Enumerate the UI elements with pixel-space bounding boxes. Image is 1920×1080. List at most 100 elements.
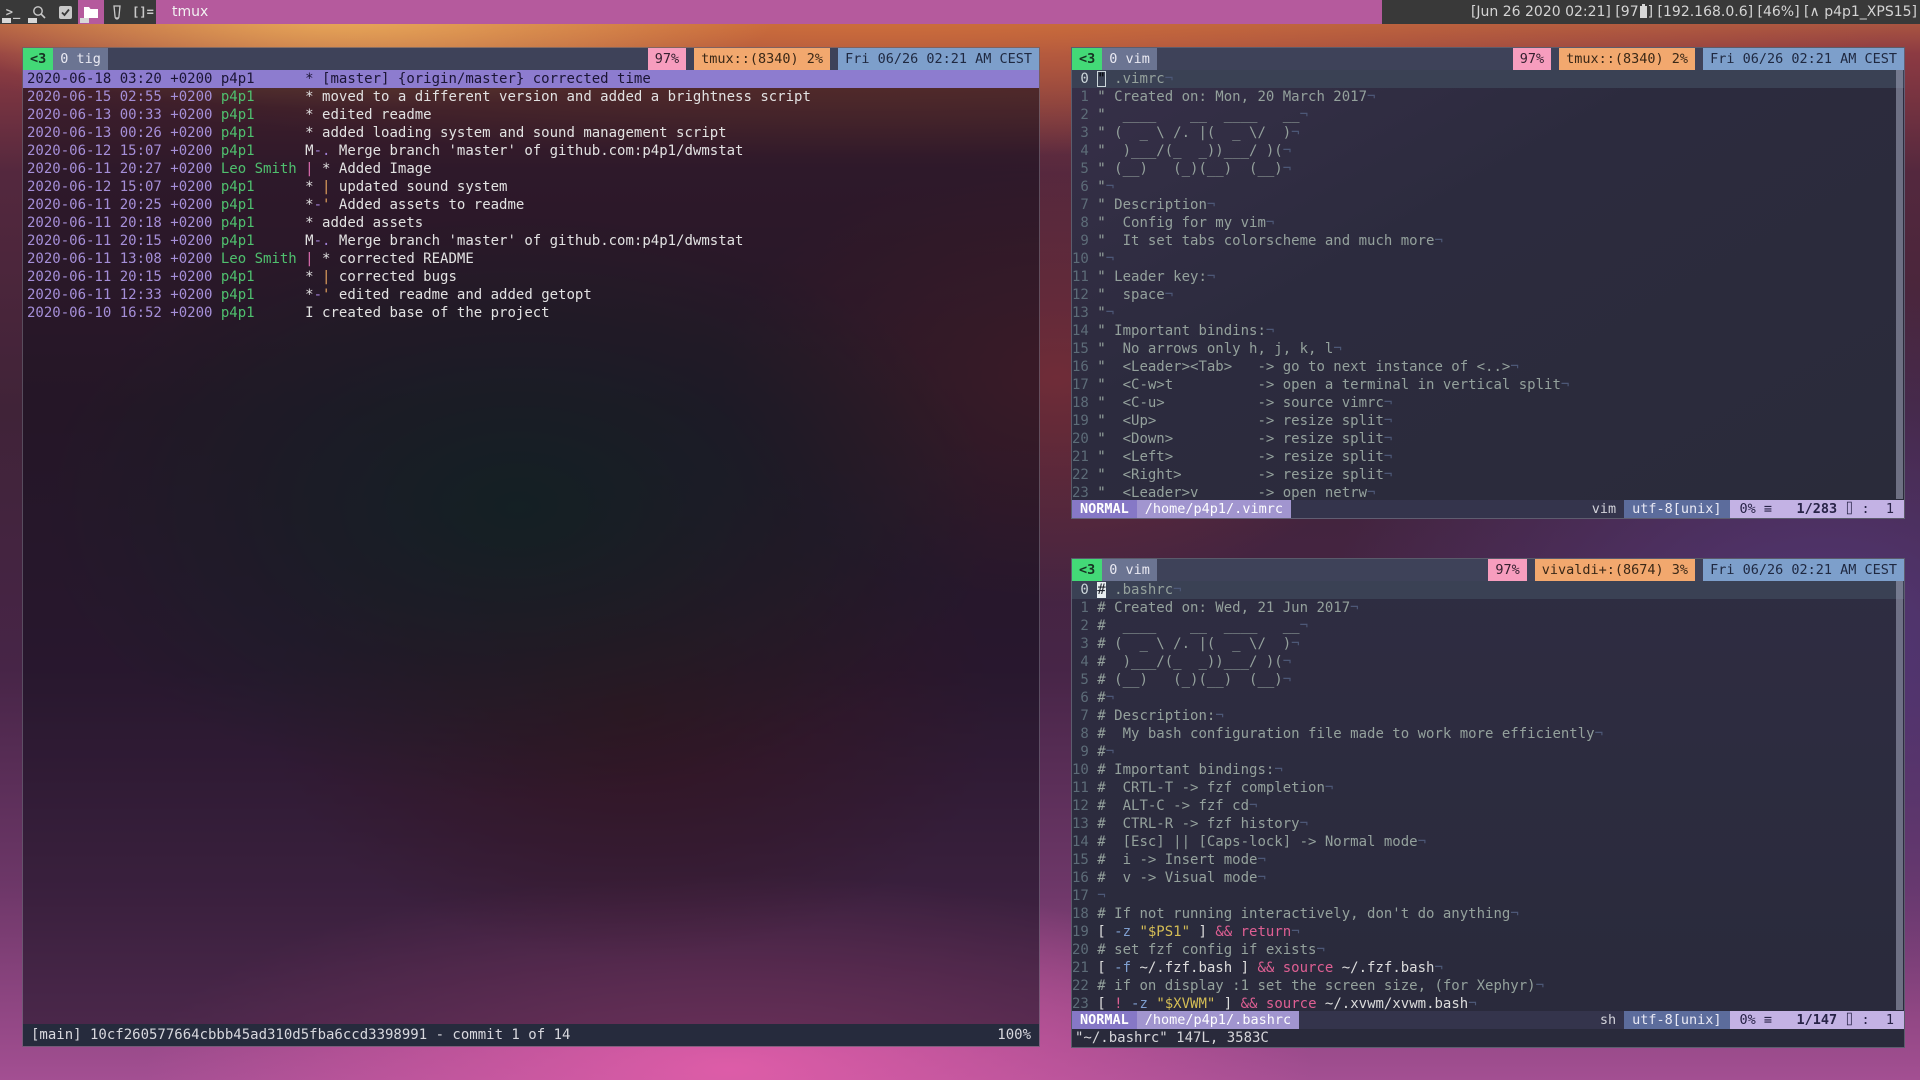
commit-row[interactable]: 2020-06-13 00:26 +0200 p4p1 * added load…	[23, 124, 1039, 142]
code-line[interactable]: 4 # )___/(_ _))___/ )(¬	[1072, 653, 1904, 671]
code-line[interactable]: 8 # My bash configuration file made to w…	[1072, 725, 1904, 743]
tmux-window-name[interactable]: 0 vim	[1102, 559, 1157, 581]
code-line[interactable]: 7 " Description¬	[1072, 196, 1904, 214]
code-line[interactable]: 3 # ( _ \ /. |( _ \/ )¬	[1072, 635, 1904, 653]
code-line[interactable]: 21 [ -f ~/.fzf.bash ] && source ~/.fzf.b…	[1072, 959, 1904, 977]
commit-row[interactable]: 2020-06-13 00:33 +0200 p4p1 * edited rea…	[23, 106, 1039, 124]
code-line[interactable]: 10 "¬	[1072, 250, 1904, 268]
code-line[interactable]: 20 # set fzf config if exists¬	[1072, 941, 1904, 959]
workspace-layout-icon[interactable]: []=	[130, 0, 156, 24]
code-line[interactable]: 20 " <Down> -> resize split¬	[1072, 430, 1904, 448]
code-line[interactable]: 8 " Config for my vim¬	[1072, 214, 1904, 232]
code-line[interactable]: 12 # ALT-C -> fzf cd¬	[1072, 797, 1904, 815]
code-line[interactable]: 12 " space¬	[1072, 286, 1904, 304]
code-line[interactable]: 14 # [Esc] || [Caps-lock] -> Normal mode…	[1072, 833, 1904, 851]
workspace-tasks-icon[interactable]	[52, 0, 78, 24]
commit-row[interactable]: 2020-06-12 15:07 +0200 p4p1 M-. Merge br…	[23, 142, 1039, 160]
code-line[interactable]: 15 " No arrows only h, j, k, l¬	[1072, 340, 1904, 358]
code-line[interactable]: 15 # i -> Insert mode¬	[1072, 851, 1904, 869]
session-info-badge: tmux::(8340) 2%	[1559, 48, 1695, 70]
code-line[interactable]: 19 [ -z "$PS1" ] && return¬	[1072, 923, 1904, 941]
tmux-window-name[interactable]: 0 vim	[1102, 48, 1157, 70]
commit-row[interactable]: 2020-06-11 20:18 +0200 p4p1 * added asse…	[23, 214, 1039, 232]
code-line[interactable]: 11 " Leader key:¬	[1072, 268, 1904, 286]
session-indicator: <3	[1072, 559, 1102, 581]
workspace-media-icon[interactable]	[104, 0, 130, 24]
code-line[interactable]: 13 "¬	[1072, 304, 1904, 322]
workspace-occupied-indicator	[80, 18, 89, 23]
commit-list[interactable]: 2020-06-18 03:20 +0200 p4p1 * [master] {…	[23, 70, 1039, 322]
tmux-status-bar: <3 0 vim 97% tmux::(8340) 2% Fri 06/26 0…	[1072, 48, 1904, 70]
code-line[interactable]: 0 " .vimrc¬	[1072, 70, 1904, 88]
commit-row[interactable]: 2020-06-15 02:55 +0200 p4p1 * moved to a…	[23, 88, 1039, 106]
vim-mode: NORMAL	[1072, 1011, 1137, 1029]
commit-row[interactable]: 2020-06-10 16:52 +0200 p4p1 I created ba…	[23, 304, 1039, 322]
tiling-layout-icon: []=	[132, 5, 154, 19]
commit-row[interactable]: 2020-06-11 12:33 +0200 p4p1 *-' edited r…	[23, 286, 1039, 304]
code-line[interactable]: 1 # Created on: Wed, 21 Jun 2017¬	[1072, 599, 1904, 617]
code-line[interactable]: 18 # If not running interactively, don't…	[1072, 905, 1904, 923]
editor-buffer-vimrc[interactable]: 0 " .vimrc¬ 1 " Created on: Mon, 20 Marc…	[1072, 70, 1904, 502]
code-line[interactable]: 21 " <Left> -> resize split¬	[1072, 448, 1904, 466]
code-line[interactable]: 10 # Important bindings:¬	[1072, 761, 1904, 779]
terminal-window-tig[interactable]: <3 0 tig 97% tmux::(8340) 2% Fri 06/26 0…	[22, 47, 1040, 1047]
code-line[interactable]: 4 " )___/(_ _))___/ )(¬	[1072, 142, 1904, 160]
ip-address: [192.168.0.6]	[1658, 4, 1758, 20]
code-line[interactable]: 13 # CTRL-R -> fzf history¬	[1072, 815, 1904, 833]
code-line[interactable]: 16 # v -> Visual mode¬	[1072, 869, 1904, 887]
commit-row[interactable]: 2020-06-11 20:25 +0200 p4p1 *-' Added as…	[23, 196, 1039, 214]
code-line[interactable]: 17 ¬	[1072, 887, 1904, 905]
code-line[interactable]: 7 # Description:¬	[1072, 707, 1904, 725]
commit-row[interactable]: 2020-06-18 03:20 +0200 p4p1 * [master] {…	[23, 70, 1039, 88]
file-path: /home/p4p1/.vimrc	[1137, 500, 1291, 518]
encoding: utf-8[unix]	[1624, 1011, 1729, 1029]
vim-mode: NORMAL	[1072, 500, 1137, 518]
tig-status-bar: [main] 10cf260577664cbbb45ad310d5fba6ccd…	[23, 1024, 1039, 1046]
commit-row[interactable]: 2020-06-11 20:15 +0200 p4p1 M-. Merge br…	[23, 232, 1039, 250]
system-status: [Jun 26 2020 02:21] [97 ] [192.168.0.6] …	[1382, 0, 1920, 24]
encoding: utf-8[unix]	[1624, 500, 1729, 518]
code-line[interactable]: 14 " Important bindins:¬	[1072, 322, 1904, 340]
session-info-badge: tmux::(8340) 2%	[694, 48, 830, 70]
tig-scroll-percent: 100%	[997, 1024, 1031, 1046]
code-line[interactable]: 11 # CRTL-T -> fzf completion¬	[1072, 779, 1904, 797]
code-line[interactable]: 5 " (__) (_)(__) (__)¬	[1072, 160, 1904, 178]
code-line[interactable]: 3 " ( _ \ /. |( _ \/ )¬	[1072, 124, 1904, 142]
code-line[interactable]: 2 # ____ __ ____ __¬	[1072, 617, 1904, 635]
workspace-terminal-icon[interactable]: >_	[0, 0, 26, 24]
tmux-window-name[interactable]: 0 tig	[53, 48, 108, 70]
code-line[interactable]: 2 " ____ __ ____ __¬	[1072, 106, 1904, 124]
code-line[interactable]: 16 " <Leader><Tab> -> go to next instanc…	[1072, 358, 1904, 376]
cursor-position: 0% ≡ 1/147 ⌷ : 1	[1730, 1011, 1904, 1029]
commit-row[interactable]: 2020-06-11 20:15 +0200 p4p1 * | correcte…	[23, 268, 1039, 286]
code-line[interactable]: 6 "¬	[1072, 178, 1904, 196]
terminal-window-vim-vimrc[interactable]: <3 0 vim 97% tmux::(8340) 2% Fri 06/26 0…	[1071, 47, 1905, 519]
code-line[interactable]: 9 #¬	[1072, 743, 1904, 761]
commit-row[interactable]: 2020-06-12 15:07 +0200 p4p1 * | updated …	[23, 178, 1039, 196]
tig-status-left: [main] 10cf260577664cbbb45ad310d5fba6ccd…	[31, 1024, 570, 1046]
code-line[interactable]: 18 " <C-u> -> source vimrc¬	[1072, 394, 1904, 412]
code-line[interactable]: 1 " Created on: Mon, 20 March 2017¬	[1072, 88, 1904, 106]
scrollbar[interactable]	[1896, 70, 1903, 499]
commit-row[interactable]: 2020-06-11 13:08 +0200 Leo Smith | * cor…	[23, 250, 1039, 268]
editor-buffer-bashrc[interactable]: 0 # .bashrc¬ 1 # Created on: Wed, 21 Jun…	[1072, 581, 1904, 1013]
workspace-search-icon[interactable]	[26, 0, 52, 24]
commit-row[interactable]: 2020-06-11 20:27 +0200 Leo Smith | * Add…	[23, 160, 1039, 178]
battery-percent: [97	[1615, 4, 1638, 20]
code-line[interactable]: 9 " It set tabs colorscheme and much mor…	[1072, 232, 1904, 250]
code-line[interactable]: 22 # if on display :1 set the screen siz…	[1072, 977, 1904, 995]
code-line[interactable]: 22 " <Right> -> resize split¬	[1072, 466, 1904, 484]
code-line[interactable]: 17 " <C-w>t -> open a terminal in vertic…	[1072, 376, 1904, 394]
terminal-window-vim-bashrc[interactable]: <3 0 vim 97% vivaldi+:(8674) 3% Fri 06/2…	[1071, 558, 1905, 1048]
code-line[interactable]: 6 #¬	[1072, 689, 1904, 707]
vim-statusline: NORMAL /home/p4p1/.vimrc vim utf-8[unix]…	[1072, 500, 1904, 518]
code-line[interactable]: 19 " <Up> -> resize split¬	[1072, 412, 1904, 430]
clock-badge: Fri 06/26 02:21 AM CEST	[838, 48, 1039, 70]
battery-icon	[1640, 6, 1647, 18]
code-line[interactable]: 0 # .bashrc¬	[1072, 581, 1904, 599]
scrollbar[interactable]	[1896, 581, 1903, 1010]
volume-percent: [46%]	[1758, 4, 1805, 20]
workspace-files-icon[interactable]	[78, 0, 104, 24]
code-line[interactable]: 5 # (__) (_)(__) (__)¬	[1072, 671, 1904, 689]
focused-window-title: tmux	[156, 0, 1382, 24]
